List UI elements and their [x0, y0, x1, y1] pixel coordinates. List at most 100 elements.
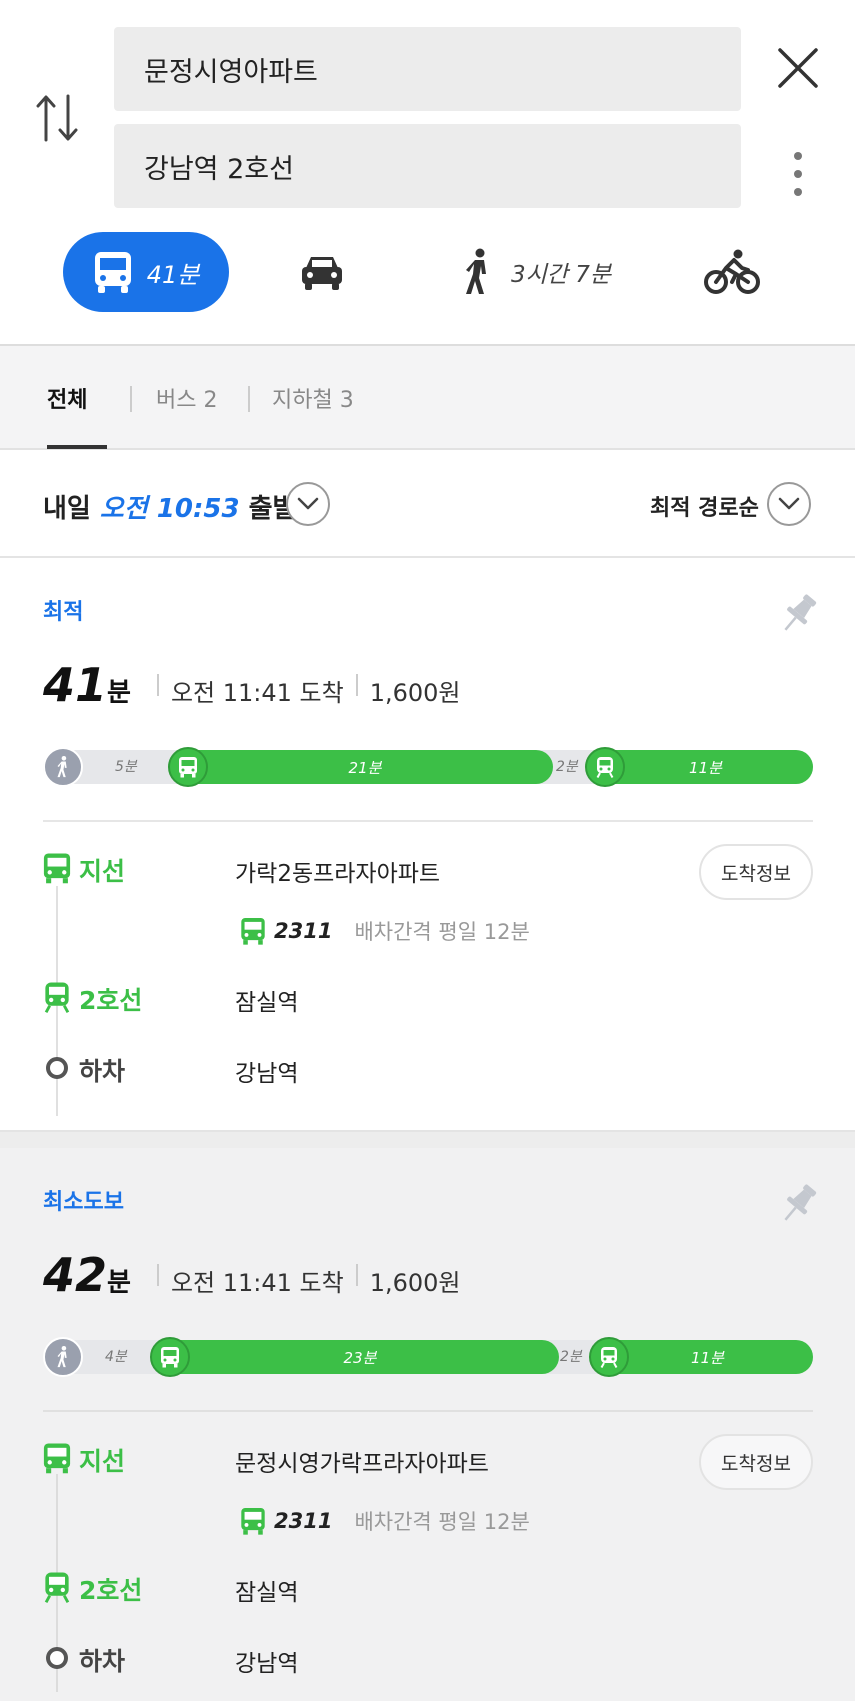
train-duration: 11분: [689, 758, 722, 777]
bus-line-info[interactable]: 2311 배차간격 평일 12분: [240, 1504, 530, 1538]
step-type-label: 지선: [79, 1447, 126, 1476]
tab-subway[interactable]: 지하철 3: [272, 382, 354, 414]
card-divider: [43, 820, 813, 822]
sort-order-dropdown[interactable]: [767, 482, 811, 526]
boarding-stop[interactable]: 문정시영가락프라자아파트: [235, 1444, 489, 1478]
train-icon: [44, 982, 70, 1013]
bus-icon: [161, 1347, 179, 1368]
bus-interval: 배차간격 평일 12분: [354, 920, 530, 944]
bus-segment: 21분: [177, 750, 553, 784]
arrival-info-button[interactable]: 도착정보: [699, 844, 813, 900]
chevron-down-icon: [778, 497, 800, 510]
step-type-label: 지선: [79, 857, 126, 886]
route-timeline: 5분 21분 2분 11분: [43, 747, 813, 787]
route-label: 최소도보: [43, 1190, 124, 1215]
pin-icon[interactable]: [780, 592, 820, 638]
summary-separator: [355, 674, 358, 696]
route-summary: 42 분 오전 11:41 도착 1,600원: [43, 1248, 460, 1302]
step-type-label: 2호선: [79, 1576, 143, 1605]
train-segment: 11분: [598, 750, 813, 784]
swap-icon[interactable]: [34, 90, 82, 146]
route-step: 지선 가락2동프라자아파트 도착정보: [0, 844, 855, 900]
boarding-stop[interactable]: 가락2동프라자아파트: [235, 854, 440, 888]
route-card[interactable]: 최소도보 42 분 오전 11:41 도착 1,600원 4분 23분 2분 1…: [0, 1148, 855, 1701]
more-options-icon[interactable]: [787, 150, 809, 198]
route-timeline: 4분 23분 2분 11분: [43, 1337, 813, 1377]
bus-interval: 배차간격 평일 12분: [354, 1510, 530, 1534]
fare: 1,600원: [369, 1269, 461, 1297]
summary-separator: [355, 1264, 358, 1286]
bus-icon: [241, 1508, 265, 1535]
tab-all[interactable]: 전체: [47, 382, 87, 414]
train-node: [589, 1337, 629, 1377]
train-icon: [44, 1572, 70, 1603]
step-type-label: 하차: [79, 1647, 126, 1676]
transfer-duration: 2분: [556, 759, 578, 775]
step-type-label: 하차: [79, 1057, 126, 1086]
step-type-label: 2호선: [79, 986, 143, 1015]
origin-input[interactable]: 문정시영아파트: [114, 27, 741, 111]
bus-segment: 23분: [161, 1340, 559, 1374]
total-minutes: 42: [43, 1248, 108, 1302]
bus-node: [168, 747, 208, 787]
route-step: 하차 강남역: [0, 1634, 855, 1684]
bus-duration: 23분: [343, 1348, 377, 1367]
train-segment: 11분: [602, 1340, 813, 1374]
train-icon: [600, 1347, 618, 1368]
walk-duration: 5분: [115, 759, 137, 775]
car-mode-button[interactable]: [290, 232, 354, 312]
minutes-unit: 분: [107, 678, 131, 708]
walk-mode-button[interactable]: 3시간 7분: [447, 232, 627, 312]
departure-time-dropdown[interactable]: [286, 482, 330, 526]
fare: 1,600원: [369, 679, 461, 707]
minutes-unit: 분: [107, 1268, 131, 1298]
chevron-down-icon: [297, 497, 319, 510]
walk-node: [43, 747, 83, 787]
transit-mode-button[interactable]: 41분: [63, 232, 229, 312]
train-node: [585, 747, 625, 787]
total-minutes: 41: [43, 658, 108, 712]
sort-order-label[interactable]: 최적 경로순: [650, 490, 759, 522]
transfer-duration: 2분: [560, 1349, 582, 1365]
pin-icon[interactable]: [780, 1182, 820, 1228]
bus-number: 2311: [274, 1509, 333, 1533]
arrival-info-button[interactable]: 도착정보: [699, 1434, 813, 1490]
bus-icon: [179, 757, 197, 778]
active-tab-indicator: [47, 445, 107, 449]
departure-time-text[interactable]: 내일 오전 10:53 출발: [43, 488, 296, 525]
summary-separator: [156, 1264, 159, 1286]
bus-icon: [241, 918, 265, 945]
walking-icon: [57, 1346, 67, 1368]
departure-time: 오전 10:53: [99, 494, 240, 524]
close-icon[interactable]: [774, 44, 822, 92]
travel-mode-bar: 41분 3시간 7분: [0, 232, 855, 312]
train-icon: [596, 757, 614, 778]
bus-node: [150, 1337, 190, 1377]
route-step: 하차 강남역: [0, 1044, 855, 1094]
bus-icon: [43, 1443, 71, 1474]
car-icon: [302, 257, 342, 290]
transit-time-label: 41분: [146, 260, 200, 289]
transfer-station[interactable]: 잠실역: [235, 983, 298, 1017]
tab-separator: [130, 386, 132, 412]
card-separator: [0, 1130, 855, 1148]
destination-station[interactable]: 강남역: [235, 1644, 298, 1678]
departure-row: 내일 오전 10:53 출발 최적 경로순: [0, 450, 855, 558]
route-step: 2호선 잠실역: [0, 973, 855, 1023]
alight-circle-icon: [46, 1057, 68, 1079]
walk-time-label: 3시간 7분: [510, 262, 612, 288]
tab-separator: [248, 386, 250, 412]
walking-icon: [465, 248, 486, 294]
route-card[interactable]: 최적 41 분 오전 11:41 도착 1,600원 5분 21분 2분 11분: [0, 558, 855, 1130]
route-step: 지선 문정시영가락프라자아파트 도착정보: [0, 1434, 855, 1490]
tab-bus[interactable]: 버스 2: [156, 382, 217, 414]
bicycle-icon: [704, 249, 760, 294]
bicycle-mode-button[interactable]: [700, 232, 764, 312]
transfer-station[interactable]: 잠실역: [235, 1573, 298, 1607]
destination-input[interactable]: 강남역 2호선: [114, 124, 741, 208]
departure-day: 내일: [43, 494, 91, 524]
bus-line-info[interactable]: 2311 배차간격 평일 12분: [240, 914, 530, 948]
route-label: 최적: [43, 600, 84, 625]
summary-separator: [156, 674, 159, 696]
destination-station[interactable]: 강남역: [235, 1054, 298, 1088]
